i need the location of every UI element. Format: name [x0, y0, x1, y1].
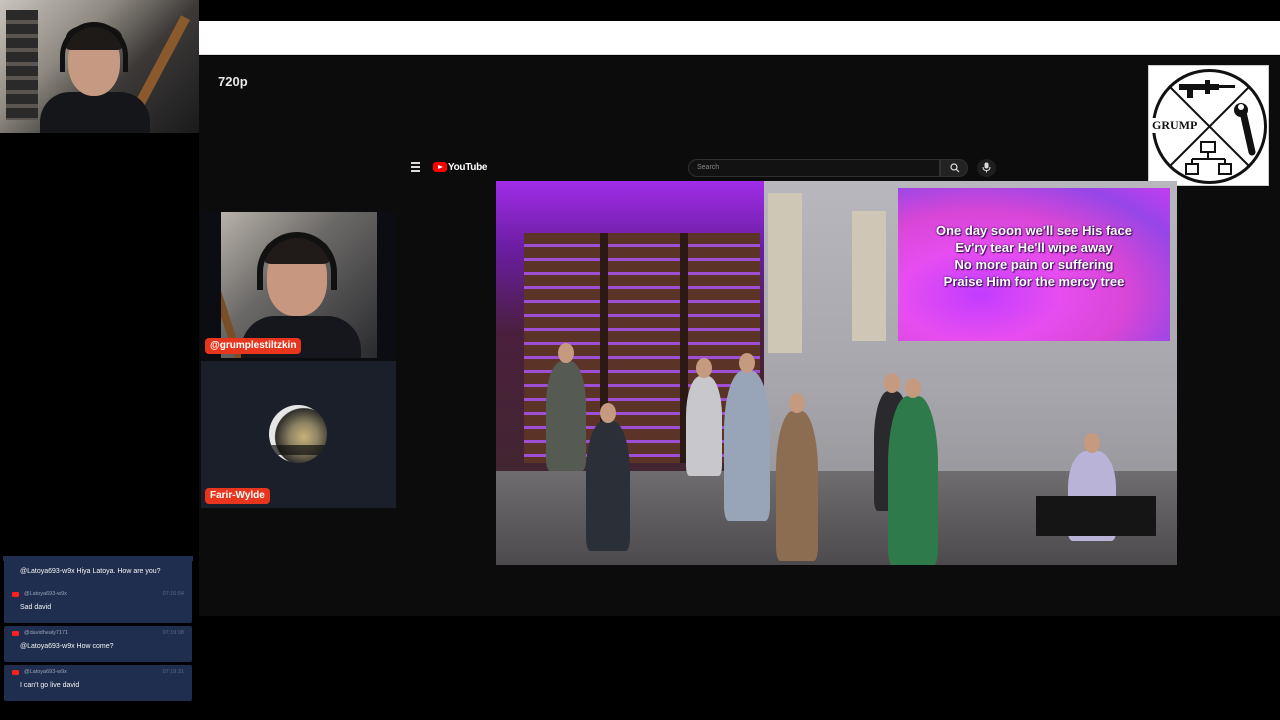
- chat-message: @Latoya693-w9x 07:19:31 I can't go live …: [4, 665, 192, 701]
- chat-timestamp: 07:19:31: [162, 669, 184, 675]
- lyric-line: Praise Him for the mercy tree: [943, 274, 1125, 289]
- chat-message-text: @Latoya693-w9x Hiya Latoya. How are you?: [20, 568, 161, 575]
- guest-avatar: [269, 405, 327, 463]
- keyboard: [1036, 496, 1156, 536]
- browser-address-bar[interactable]: [199, 21, 1280, 55]
- youtube-badge-icon: [12, 592, 19, 597]
- band-member: [546, 343, 586, 471]
- grump-logo-text: GRUMP: [1151, 118, 1199, 133]
- band-member: [724, 353, 770, 521]
- grump-logo: GRUMP: [1148, 65, 1269, 186]
- menu-icon[interactable]: [411, 162, 423, 174]
- youtube-badge-icon: [12, 631, 19, 636]
- chat-timestamp: 07:19:08: [162, 630, 184, 636]
- participant-name-tag: @grumplestiltzkin: [205, 338, 302, 354]
- chat-timestamp: 07:16:54: [162, 591, 184, 597]
- youtube-badge-icon: [12, 670, 19, 675]
- studio-shelf: [6, 10, 38, 120]
- participant-name-tag: Farir-Wylde: [205, 488, 270, 504]
- mic-icon: [982, 162, 991, 173]
- chat-message-text: I can't go live david: [20, 682, 80, 689]
- youtube-logo-icon[interactable]: [433, 162, 447, 172]
- chat-username[interactable]: @Latoya693-w9x: [24, 669, 67, 675]
- band-member: [586, 403, 630, 551]
- band-member: [888, 378, 938, 565]
- chat-message: @Latoya693-w9x 07:16:54 Sad david: [4, 587, 192, 623]
- headphones: [257, 232, 337, 290]
- band-member: [686, 358, 722, 476]
- band-member: [776, 393, 818, 561]
- search-button[interactable]: [940, 159, 968, 177]
- lyric-line: No more pain or suffering: [954, 257, 1114, 272]
- chat-message-text: @Latoya693-w9x How come?: [20, 643, 114, 650]
- acoustic-panel: [768, 193, 802, 353]
- chat-message: @davidhealy7171 07:19:08 @Latoya693-w9x …: [4, 626, 192, 662]
- quality-label: 720p: [218, 74, 248, 89]
- browser-top-bar: [199, 0, 1280, 21]
- host-body: [40, 92, 150, 133]
- lyric-line: Ev'ry tear He'll wipe away: [955, 240, 1113, 255]
- participant-webcam: [221, 212, 377, 358]
- bottom-strip: [199, 616, 1280, 720]
- host-webcam: [0, 0, 199, 133]
- chat-username[interactable]: @Latoya693-w9x: [24, 591, 67, 597]
- mic-button[interactable]: [977, 159, 996, 177]
- acoustic-panel: [852, 211, 886, 341]
- lyric-line: One day soon we'll see His face: [935, 223, 1132, 238]
- search-icon: [950, 163, 960, 173]
- chat-message-text: Sad david: [20, 604, 52, 611]
- search-input[interactable]: Search: [688, 159, 940, 177]
- youtube-brand[interactable]: YouTube: [448, 162, 488, 173]
- participant-tile-host[interactable]: [201, 211, 396, 359]
- chat-username[interactable]: @davidhealy7171: [24, 630, 68, 636]
